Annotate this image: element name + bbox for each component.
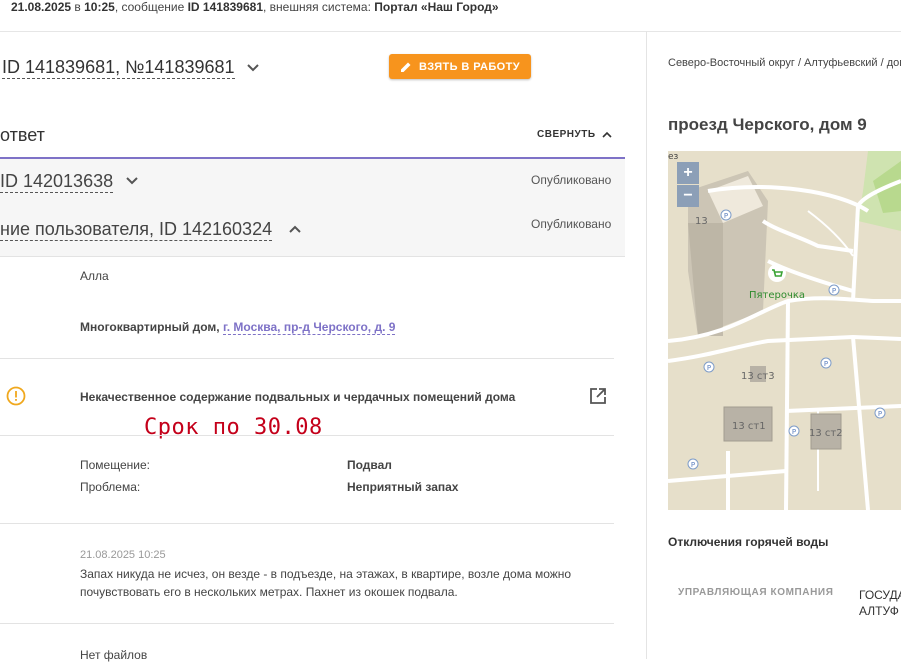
chevron-up-icon[interactable]	[288, 224, 302, 234]
issue-title: Некачественное содержание подвальных и ч…	[80, 390, 516, 404]
svg-text:P: P	[832, 287, 836, 295]
management-company-value: ГОСУДА АЛТУФ	[859, 587, 901, 619]
meta-msg-id: ID 141839681	[187, 0, 263, 14]
district-breadcrumb: Северо-Восточный округ / Алтуфьевский / …	[668, 57, 901, 69]
room-label: Помещение:	[80, 458, 150, 472]
map-zoom-out-button[interactable]: −	[677, 185, 699, 207]
answer-section-title: ответ	[0, 125, 45, 145]
map-building-label: 13 ст3	[741, 371, 775, 382]
svg-text:P: P	[824, 360, 828, 368]
status-badge: Опубликовано	[531, 217, 612, 231]
map-zoom-in-button[interactable]: +	[677, 162, 699, 184]
divider	[0, 358, 614, 359]
problem-label: Проблема:	[80, 480, 141, 494]
history-row-id-1[interactable]: ID 142013638	[0, 170, 114, 193]
chevron-up-icon	[601, 131, 612, 138]
panel-divider	[646, 31, 647, 659]
map-corner-label: ез	[668, 152, 679, 162]
map-poi-label: Пятерочка	[749, 290, 805, 301]
room-value: Подвал	[347, 458, 392, 472]
map-building-label: 13 ст1	[732, 421, 766, 432]
svg-text:P: P	[792, 428, 796, 436]
files-status: Нет файлов	[80, 648, 148, 662]
top-info-bar: 21.08.2025 в 10:25, сообщение ID 1418396…	[0, 0, 901, 32]
chevron-down-icon[interactable]	[125, 176, 139, 186]
map-view[interactable]: P P P P P P P Пятерочка 13 13 ст3 13 ст1 13 с…	[668, 151, 901, 510]
divider	[0, 435, 614, 436]
pencil-icon	[401, 62, 411, 72]
meta-ext-prefix: , внешняя система:	[263, 0, 375, 14]
management-company-line1: ГОСУДА	[859, 588, 901, 602]
map-canvas: P P P P P P P Пятерочка 13 13 ст3 13 ст1 13 с…	[668, 151, 901, 510]
problem-value: Неприятный запах	[347, 480, 459, 494]
management-company-label: УПРАВЛЯЮЩАЯ КОМПАНИЯ	[678, 587, 834, 598]
meta-time: 10:25	[84, 0, 115, 14]
object-type: Многоквартирный дом,	[80, 320, 223, 334]
object-info: Многоквартирный дом, г. Москва, пр-д Чер…	[80, 320, 396, 335]
collapse-label: СВЕРНУТЬ	[537, 129, 596, 140]
svg-text:P: P	[691, 461, 695, 469]
svg-text:P: P	[724, 212, 728, 220]
message-title[interactable]: ID 141839681, №141839681	[2, 56, 235, 79]
take-to-work-button[interactable]: ВЗЯТЬ В РАБОТУ	[389, 54, 531, 79]
address-title: проезд Черского, дом 9	[668, 115, 867, 134]
take-to-work-label: ВЗЯТЬ В РАБОТУ	[419, 60, 520, 73]
map-building-label: 13	[695, 216, 708, 227]
user-name: Алла	[80, 269, 109, 283]
object-address-link[interactable]: г. Москва, пр-д Черского, д. 9	[222, 320, 396, 335]
divider	[0, 523, 614, 524]
divider	[0, 623, 614, 624]
comment-text: Запах никуда не исчез, он везде - в подъ…	[80, 567, 572, 599]
hot-water-outage-title: Отключения горячей воды	[668, 535, 829, 549]
meta-in: в	[71, 0, 85, 14]
svg-text:P: P	[707, 364, 711, 372]
meta-date: 21.08.2025	[11, 0, 72, 14]
message-meta: 21.08.2025 в 10:25, сообщение ID 1418396…	[11, 0, 499, 14]
chevron-down-icon[interactable]	[246, 63, 260, 73]
status-badge: Опубликовано	[531, 173, 612, 187]
meta-ext-system: Портал «Наш Город»	[374, 0, 499, 14]
management-company-line2: АЛТУФ	[859, 604, 899, 618]
svg-text:P: P	[878, 410, 882, 418]
deadline-annotation: Срок по 30.08	[144, 415, 323, 440]
meta-msg-prefix: , сообщение	[114, 0, 188, 14]
external-link-icon[interactable]	[589, 387, 607, 405]
history-row-id-2[interactable]: ние пользователя, ID 142160324	[0, 218, 273, 241]
map-building-label: 13 ст2	[809, 428, 843, 439]
collapse-button[interactable]: СВЕРНУТЬ	[537, 129, 612, 140]
warning-icon	[6, 386, 26, 406]
comment-date: 21.08.2025 10:25	[80, 549, 166, 561]
